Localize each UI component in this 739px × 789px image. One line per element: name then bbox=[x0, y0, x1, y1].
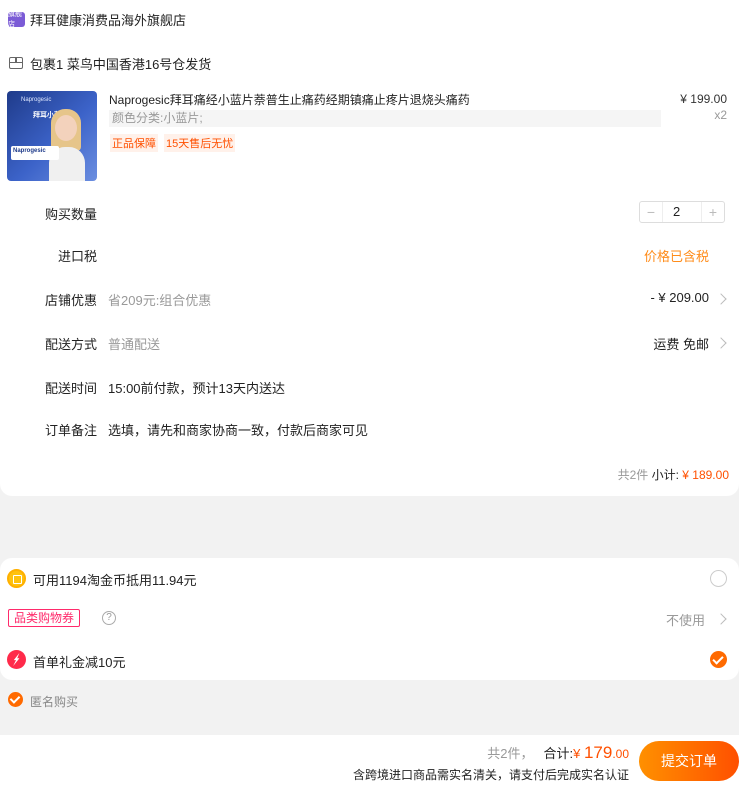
quantity-stepper[interactable]: − 2 + bbox=[639, 201, 725, 223]
delivery-chevron-icon[interactable] bbox=[715, 337, 727, 349]
product-image[interactable]: Naprogesic 拜耳小蓝片 Naprogesic bbox=[7, 91, 97, 181]
promo-value[interactable]: - ¥ 209.00 bbox=[650, 290, 709, 305]
total-decimal: .00 bbox=[612, 747, 629, 761]
product-image-brand: Naprogesic bbox=[21, 97, 52, 103]
shop-header[interactable]: 旗舰店 拜耳健康消费品海外旗舰店 bbox=[8, 10, 186, 28]
delivery-desc[interactable]: 普通配送 bbox=[108, 334, 160, 353]
delivery-label: 配送方式 bbox=[45, 337, 98, 352]
note-input[interactable]: 选填，请先和商家协商一致，付款后商家可见 bbox=[108, 420, 368, 439]
promo-desc[interactable]: 省209元:组合优惠 bbox=[108, 290, 211, 309]
quantity-label: 购买数量 bbox=[45, 207, 98, 222]
delivery-value[interactable]: 运费 免邮 bbox=[653, 334, 709, 353]
total-count: 共2件， bbox=[487, 746, 534, 761]
badge-aftersale: 15天售后无忧 bbox=[164, 134, 236, 152]
anonymous-check-icon[interactable] bbox=[8, 692, 23, 707]
model-face bbox=[55, 115, 77, 141]
shop-logo-icon: 旗舰店 bbox=[8, 11, 25, 28]
coin-deduction-radio[interactable] bbox=[710, 570, 727, 587]
shop-name[interactable]: 拜耳健康消费品海外旗舰店 bbox=[30, 10, 186, 29]
total-line: 共2件， 合计:¥ 179.00 bbox=[487, 743, 629, 763]
taobao-coin-icon bbox=[7, 569, 26, 588]
package-label: 包裹1 菜鸟中国香港16号仓发货 bbox=[30, 56, 212, 72]
submit-order-button[interactable]: 提交订单 bbox=[639, 741, 739, 781]
total-label: 合计: bbox=[543, 746, 574, 761]
plus-button[interactable]: + bbox=[702, 202, 724, 222]
discount-card: 可用1194淘金币抵用11.94元 品类购物券 ? 不使用 首单礼金减10元 bbox=[0, 558, 739, 680]
package-header: 包裹1 菜鸟中国香港16号仓发货 bbox=[9, 54, 211, 72]
subtotal-count: 共2件 bbox=[617, 468, 649, 482]
coupon-value[interactable]: 不使用 bbox=[666, 610, 705, 629]
first-order-label: 首单礼金减10元 bbox=[33, 655, 126, 670]
coin-deduction-label: 可用1194淘金币抵用11.94元 bbox=[33, 573, 197, 588]
delivery-time-value: 15:00前付款，预计13天内送达 bbox=[108, 381, 285, 396]
product-spec[interactable]: 颜色分类:小蓝片; bbox=[109, 110, 661, 127]
note-label: 订单备注 bbox=[45, 423, 98, 438]
total-integer: 179 bbox=[583, 743, 613, 762]
delivery-time-label: 配送时间 bbox=[45, 381, 98, 396]
tax-label: 进口税 bbox=[58, 249, 98, 264]
product-price: ¥ 199.00 bbox=[680, 92, 727, 106]
promo-label: 店铺优惠 bbox=[45, 293, 98, 308]
order-card: 旗舰店 拜耳健康消费品海外旗舰店 包裹1 菜鸟中国香港16号仓发货 Naprog… bbox=[0, 0, 739, 496]
first-order-check-icon[interactable] bbox=[710, 651, 727, 668]
checkout-bar: 共2件， 合计:¥ 179.00 含跨境进口商品需实名清关，请支付后完成实名认证 … bbox=[0, 735, 739, 789]
product-quantity: x2 bbox=[714, 108, 727, 122]
badge-authentic: 正品保障 bbox=[110, 134, 158, 152]
subtotal-amount: ¥ 189.00 bbox=[682, 468, 729, 482]
promo-chevron-icon[interactable] bbox=[715, 293, 727, 305]
package-icon bbox=[9, 57, 23, 69]
coupon-chevron-icon[interactable] bbox=[715, 613, 727, 625]
total-currency: ¥ bbox=[573, 746, 584, 761]
quantity-input[interactable]: 2 bbox=[662, 202, 702, 222]
product-badges: 正品保障 15天售后无忧 bbox=[110, 134, 236, 152]
lightning-icon bbox=[7, 650, 26, 669]
product-box-text: Naprogesic bbox=[13, 148, 46, 154]
anonymous-label[interactable]: 匿名购买 bbox=[30, 693, 78, 710]
tax-value: 价格已含税 bbox=[643, 249, 709, 264]
category-coupon-tag: 品类购物券 bbox=[8, 609, 81, 627]
minus-button[interactable]: − bbox=[640, 202, 662, 222]
subtotal-label: 小计: bbox=[651, 468, 679, 482]
realname-notice: 含跨境进口商品需实名清关，请支付后完成实名认证 bbox=[352, 768, 629, 782]
help-icon[interactable]: ? bbox=[102, 611, 116, 625]
subtotal: 共2件 小计: ¥ 189.00 bbox=[618, 466, 729, 483]
product-title[interactable]: Naprogesic拜耳痛经小蓝片萘普生止痛药经期镇痛止疼片退烧头痛药 bbox=[109, 91, 470, 108]
